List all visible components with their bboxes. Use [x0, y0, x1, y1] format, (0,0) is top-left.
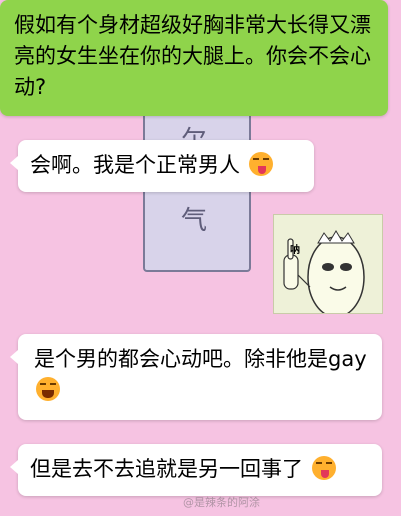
meme-figure-icon [283, 230, 365, 313]
laughing-crying-emoji [36, 377, 60, 401]
message-text: 但是去不去追就是另一回事了 [30, 457, 303, 481]
message-text: 假如有个身材超级好胸非常大长得又漂亮的女生坐在你的大腿上。你会不会心动? [14, 13, 371, 99]
message-bubble-received[interactable]: 是个男的都会心动吧。除非他是gay [10, 334, 382, 420]
message-bubble-received[interactable]: 会啊。我是个正常男人 [10, 140, 314, 192]
message-bubble-sent[interactable]: 假如有个身材超级好胸非常大长得又漂亮的女生坐在你的大腿上。你会不会心动? [0, 0, 388, 116]
sticker-caption: 呐 [290, 245, 300, 256]
meme-sticker[interactable]: 呐 [273, 214, 383, 314]
watermark: @是辣条的阿涂 [183, 496, 260, 509]
background-glyph: 气 [181, 206, 208, 236]
message-text: 会啊。我是个正常男人 [30, 153, 240, 177]
squint-tongue-emoji [311, 456, 336, 480]
squint-tongue-emoji [248, 152, 273, 176]
message-text: 是个男的都会心动吧。除非他是gay [34, 347, 367, 371]
message-bubble-received[interactable]: 但是去不去追就是另一回事了 [10, 444, 382, 496]
background-card: 亇 气 [143, 112, 251, 272]
